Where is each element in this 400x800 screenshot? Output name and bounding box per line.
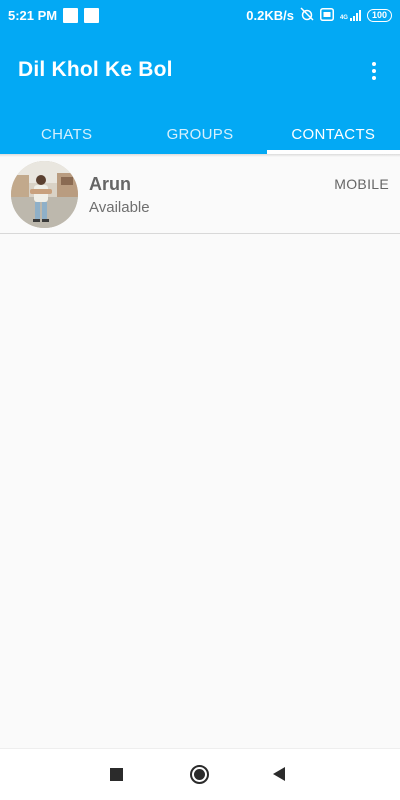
contact-status: Available (89, 199, 150, 216)
network-type: 4G (339, 15, 348, 21)
tab-contacts[interactable]: CONTACTS (266, 114, 400, 154)
status-time: 5:21 PM (8, 7, 58, 23)
tab-chats[interactable]: CHATS (0, 114, 133, 154)
recents-square-icon[interactable] (110, 768, 123, 781)
battery-icon: 100 (366, 8, 392, 22)
volte-icon (319, 7, 334, 23)
tab-groups[interactable]: GROUPS (133, 114, 266, 154)
status-bar-left: 5:21 PM (8, 7, 100, 23)
contact-name: Arun (89, 174, 131, 194)
contact-phone-type: MOBILE (334, 176, 389, 192)
avatar[interactable] (11, 161, 78, 228)
notification-square-icon (84, 7, 100, 23)
signal-icon: 4G (340, 9, 361, 21)
more-vert-icon[interactable] (362, 58, 386, 84)
back-triangle-icon[interactable] (273, 767, 285, 781)
contact-list-item[interactable]: Arun Available MOBILE (0, 157, 400, 234)
app-title: Dil Khol Ke Bol (18, 58, 173, 81)
network-speed: 0.2KB/s (246, 7, 294, 23)
home-circle-icon[interactable] (190, 765, 209, 784)
tab-bar: CHATS GROUPS CONTACTS (0, 114, 400, 154)
status-bar-right: 0.2KB/s 4G 100 (246, 7, 392, 23)
navigation-bar (0, 748, 400, 800)
notification-square-icon (63, 7, 79, 23)
app-bar: Dil Khol Ke Bol (0, 30, 400, 114)
status-bar: 5:21 PM 0.2KB/s 4G 100 (0, 0, 400, 30)
alarm-off-icon (300, 7, 314, 23)
